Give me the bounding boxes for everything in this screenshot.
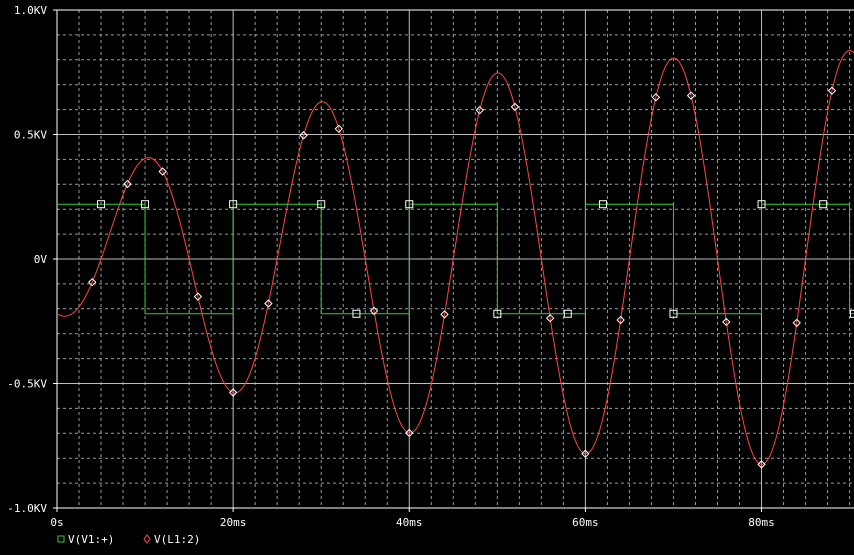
plot-window: 1.0KV 0.5KV 0V -0.5KV -1.0KV 0s 20ms 40ms 60ms 8… [0,0,854,550]
x-tick-label: 60ms [572,516,599,529]
x-tick-label: 0s [50,516,63,529]
grid [57,10,854,508]
legend-marker-square [58,536,64,542]
x-tick-label: 40ms [396,516,423,529]
legend-marker-diamond [144,535,150,543]
y-tick-label: -1.0KV [7,502,47,515]
series-line [57,50,854,464]
legend-label: V(L1:2) [154,533,200,546]
legend-item: V(L1:2) [144,533,200,546]
x-tick-label: 80ms [748,516,775,529]
waveform-chart: 1.0KV 0.5KV 0V -0.5KV -1.0KV 0s 20ms 40ms 60ms 8… [0,0,854,550]
legend: V(V1:+) V(L1:2) [58,533,200,546]
y-tick-label: 1.0KV [14,4,47,17]
y-tick-label: 0.5KV [14,129,47,142]
y-tick-label: -0.5KV [7,378,47,391]
x-tick-label: 20ms [220,516,247,529]
y-axis-ticks: 1.0KV 0.5KV 0V -0.5KV -1.0KV [7,4,57,515]
x-axis-ticks: 0s 20ms 40ms 60ms 80ms [50,508,774,529]
y-tick-label: 0V [34,253,48,266]
legend-item: V(V1:+) [58,533,114,546]
legend-label: V(V1:+) [68,533,114,546]
